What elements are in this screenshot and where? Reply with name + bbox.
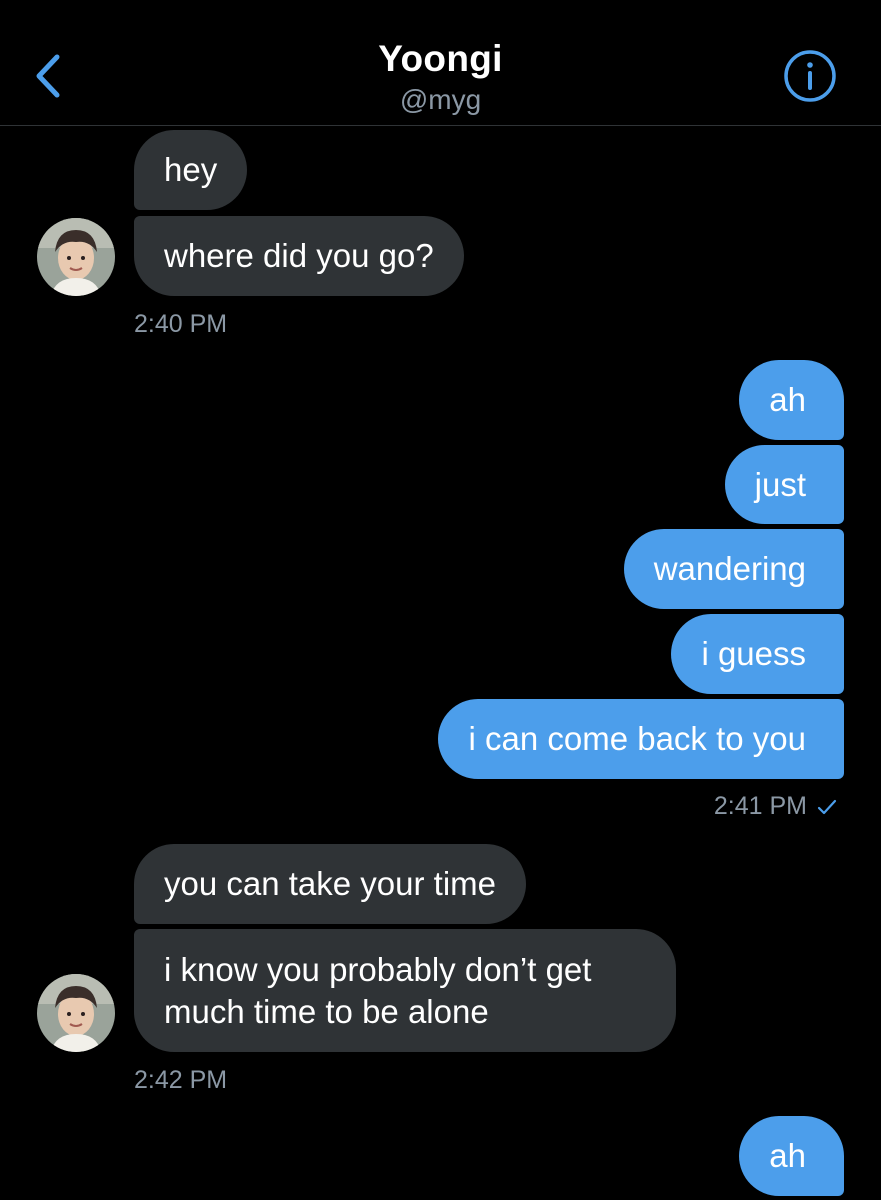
message-bubble-incoming[interactable]: i know you probably don’t get much time … [134, 929, 676, 1052]
message-timestamp: 2:41 PM [713, 792, 807, 820]
conversation-header: Yoongi @myg [0, 0, 881, 126]
message-bubble-outgoing[interactable]: ah [739, 360, 844, 440]
contact-handle[interactable]: @myg [0, 84, 881, 116]
avatar[interactable] [37, 974, 115, 1052]
message-bubble-incoming[interactable]: you can take your time [134, 844, 526, 924]
info-circle-icon [784, 50, 836, 102]
message-text: ah [769, 1137, 806, 1174]
message-text: hey [164, 151, 218, 188]
message-text: i know you probably don’t get much time … [164, 950, 592, 1030]
contact-name[interactable]: Yoongi [0, 38, 881, 80]
message-bubble-incoming[interactable]: where did you go? [134, 216, 464, 296]
message-text: i can come back to you [468, 720, 806, 757]
message-bubble-outgoing[interactable]: ah [739, 1116, 844, 1196]
message-timestamp: 2:42 PM [134, 1066, 228, 1094]
message-text: where did you go? [164, 237, 434, 274]
message-timestamp-row: 2:41 PM [714, 792, 837, 821]
message-bubble-outgoing[interactable]: wandering [623, 529, 844, 609]
message-text: ah [769, 381, 806, 418]
message-bubble-outgoing[interactable]: i can come back to you [438, 699, 844, 779]
message-bubble-outgoing[interactable]: i guess [671, 614, 844, 694]
message-timestamp: 2:40 PM [134, 310, 228, 338]
message-text: you can take your time [164, 865, 496, 902]
info-button[interactable] [782, 48, 838, 104]
message-text: i guess [701, 635, 806, 672]
message-text: wandering [653, 550, 806, 587]
checkmark-icon [817, 799, 837, 814]
message-bubble-outgoing[interactable]: just [724, 445, 844, 524]
message-bubble-incoming[interactable]: hey [134, 130, 248, 210]
message-text: just [754, 465, 806, 503]
avatar[interactable] [37, 218, 115, 296]
